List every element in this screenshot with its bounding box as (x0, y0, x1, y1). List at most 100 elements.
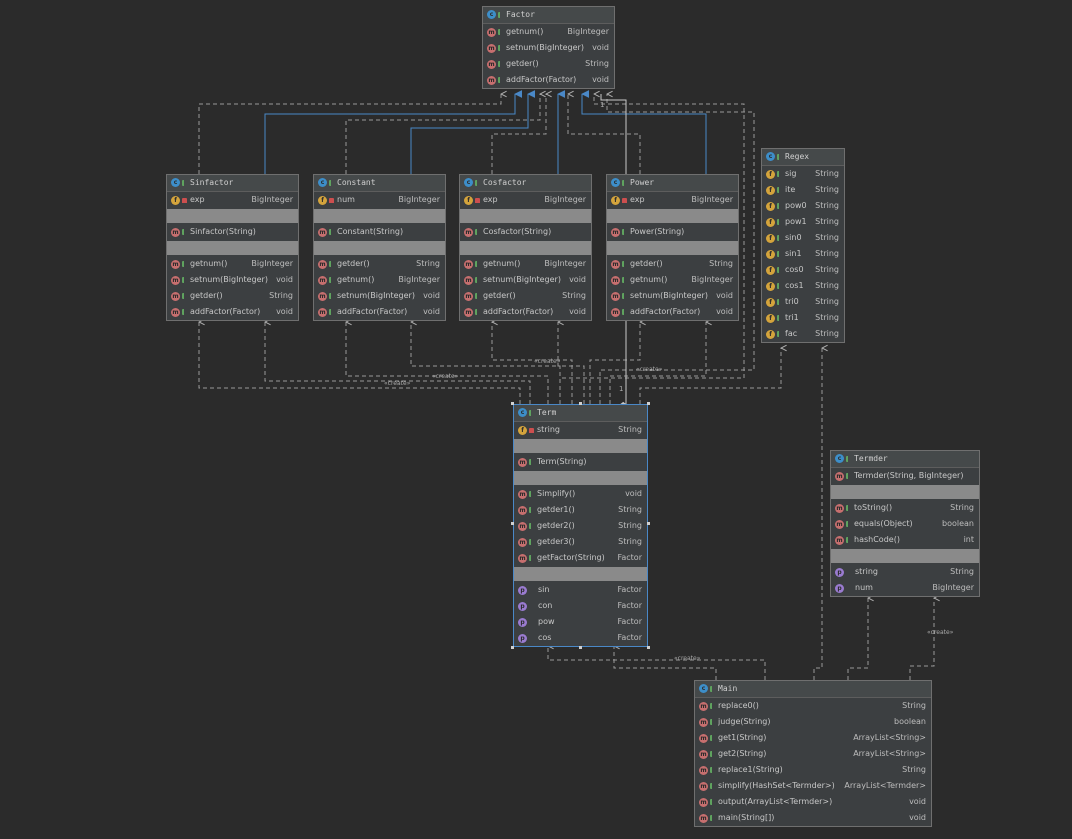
member-row[interactable]: f exp BigInteger (460, 192, 591, 208)
selection-handle-tr[interactable] (647, 402, 650, 405)
member-row[interactable]: m Termder(String, BigInteger) (831, 468, 979, 484)
member-row[interactable]: m getder1() String (514, 502, 647, 518)
selection-handle-tl[interactable] (511, 402, 514, 405)
member-row[interactable]: f pow1 String (762, 214, 844, 230)
member-row[interactable]: m getder() String (483, 56, 614, 72)
member-row[interactable]: m main(String[]) void (695, 810, 931, 826)
property-icon: p (835, 567, 844, 577)
member-row[interactable]: f pow0 String (762, 198, 844, 214)
member-row[interactable]: m getder() String (607, 256, 738, 272)
class-box-sinfactor[interactable]: c Sinfactor f exp BigInteger m Sinfactor(Strin… (166, 174, 299, 321)
member-row[interactable]: f cos0 String (762, 262, 844, 278)
class-box-constant[interactable]: c Constant f num BigInteger m Constant(String)… (313, 174, 446, 321)
selection-handle-tc[interactable] (579, 402, 582, 405)
selection-handle-mr[interactable] (647, 522, 650, 525)
member-row[interactable]: m Sinfactor(String) (167, 224, 298, 240)
member-row[interactable]: m getnum() BigInteger (483, 24, 614, 40)
member-row[interactable]: m replace1(String) String (695, 762, 931, 778)
class-box-regex[interactable]: c Regex f sig String f ite String f pow0 String f po… (761, 148, 845, 343)
member-row[interactable]: m Power(String) (607, 224, 738, 240)
member-row[interactable]: f tri1 String (762, 310, 844, 326)
member-row[interactable]: m getnum() BigInteger (314, 272, 445, 288)
member-row[interactable]: m setnum(BigInteger) void (167, 272, 298, 288)
member-row[interactable]: f sin0 String (762, 230, 844, 246)
selection-handle-ml[interactable] (511, 522, 514, 525)
member-row[interactable]: m setnum(BigInteger) void (483, 40, 614, 56)
class-box-factor[interactable]: c Factor m getnum() BigInteger m setnum(BigInt… (482, 6, 615, 89)
class-header[interactable]: c Constant (314, 175, 445, 192)
method-icon: m (171, 291, 180, 301)
class-header[interactable]: c Term (514, 405, 647, 422)
member-row[interactable]: f exp BigInteger (167, 192, 298, 208)
member-row[interactable]: m addFactor(Factor) void (483, 72, 614, 88)
member-row[interactable]: m getder() String (460, 288, 591, 304)
class-box-main[interactable]: c Main m replace0() String m judge(String) bool… (694, 680, 932, 827)
member-row[interactable]: m getnum() BigInteger (167, 256, 298, 272)
member-row[interactable]: m setnum(BigInteger) void (314, 288, 445, 304)
member-row[interactable]: f fac String (762, 326, 844, 342)
member-row[interactable]: m equals(Object) boolean (831, 516, 979, 532)
member-row[interactable]: m Cosfactor(String) (460, 224, 591, 240)
member-row[interactable]: m addFactor(Factor) void (460, 304, 591, 320)
public-visibility-icon (182, 229, 187, 235)
member-row[interactable]: p sin Factor (514, 582, 647, 598)
class-header[interactable]: c Main (695, 681, 931, 698)
member-row[interactable]: f tri0 String (762, 294, 844, 310)
member-row[interactable]: m toString() String (831, 500, 979, 516)
class-box-termder[interactable]: c Termder m Termder(String, BigInteger) m toS… (830, 450, 980, 597)
member-row[interactable]: f cos1 String (762, 278, 844, 294)
member-row[interactable]: p string String (831, 564, 979, 580)
class-header[interactable]: c Power (607, 175, 738, 192)
member-row[interactable]: m getder() String (167, 288, 298, 304)
member-row[interactable]: m get2(String) ArrayList<String> (695, 746, 931, 762)
member-row[interactable]: m Simplify() void (514, 486, 647, 502)
member-row[interactable]: f num BigInteger (314, 192, 445, 208)
class-box-term[interactable]: c Term f string String m Term(String) m Simplify… (513, 404, 648, 647)
member-row[interactable]: m addFactor(Factor) void (607, 304, 738, 320)
public-visibility-icon (329, 277, 334, 283)
member-row[interactable]: m setnum(BigInteger) void (607, 288, 738, 304)
class-header[interactable]: c Regex (762, 149, 844, 166)
class-header[interactable]: c Factor (483, 7, 614, 24)
class-box-power[interactable]: c Power f exp BigInteger m Power(String) m getde… (606, 174, 739, 321)
member-row[interactable]: f string String (514, 422, 647, 438)
member-row[interactable]: m getder2() String (514, 518, 647, 534)
member-row[interactable]: m output(ArrayList<Termder>) void (695, 794, 931, 810)
selection-handle-br[interactable] (647, 646, 650, 649)
member-row[interactable]: m addFactor(Factor) void (167, 304, 298, 320)
member-row[interactable]: p con Factor (514, 598, 647, 614)
member-row[interactable]: m setnum(BigInteger) void (460, 272, 591, 288)
edge-label-create-5: «create» (674, 655, 701, 662)
member-row[interactable]: f exp BigInteger (607, 192, 738, 208)
member-row[interactable]: m get1(String) ArrayList<String> (695, 730, 931, 746)
member-row[interactable]: m simplify(HashSet<Termder>) ArrayList<Ter… (695, 778, 931, 794)
class-box-cosfactor[interactable]: c Cosfactor f exp BigInteger m Cosfactor(Strin… (459, 174, 592, 321)
member-row[interactable]: m Term(String) (514, 454, 647, 470)
member-row[interactable]: m judge(String) boolean (695, 714, 931, 730)
public-visibility-icon (622, 261, 627, 267)
member-row[interactable]: m getder() String (314, 256, 445, 272)
selection-handle-bl[interactable] (511, 646, 514, 649)
class-header[interactable]: c Cosfactor (460, 175, 591, 192)
member-row[interactable]: m getnum() BigInteger (607, 272, 738, 288)
class-header[interactable]: c Termder (831, 451, 979, 468)
uml-diagram-canvas[interactable]: «create» «create» «create» «create» «cre… (0, 0, 1072, 839)
member-row[interactable]: m replace0() String (695, 698, 931, 714)
member-row[interactable]: m getFactor(String) Factor (514, 550, 647, 566)
member-row[interactable]: m Constant(String) (314, 224, 445, 240)
member-row[interactable]: m hashCode() int (831, 532, 979, 548)
member-row[interactable]: f sig String (762, 166, 844, 182)
member-row[interactable]: p pow Factor (514, 614, 647, 630)
member-row[interactable]: m getder3() String (514, 534, 647, 550)
member-row[interactable]: f sin1 String (762, 246, 844, 262)
member-type: String (902, 765, 926, 774)
class-name: Power (630, 178, 655, 187)
member-row[interactable]: p cos Factor (514, 630, 647, 646)
selection-handle-bc[interactable] (579, 646, 582, 649)
member-row[interactable]: m getnum() BigInteger (460, 256, 591, 272)
edge-main-uses-regex (813, 348, 822, 680)
member-row[interactable]: m addFactor(Factor) void (314, 304, 445, 320)
member-row[interactable]: p num BigInteger (831, 580, 979, 596)
member-row[interactable]: f ite String (762, 182, 844, 198)
class-header[interactable]: c Sinfactor (167, 175, 298, 192)
